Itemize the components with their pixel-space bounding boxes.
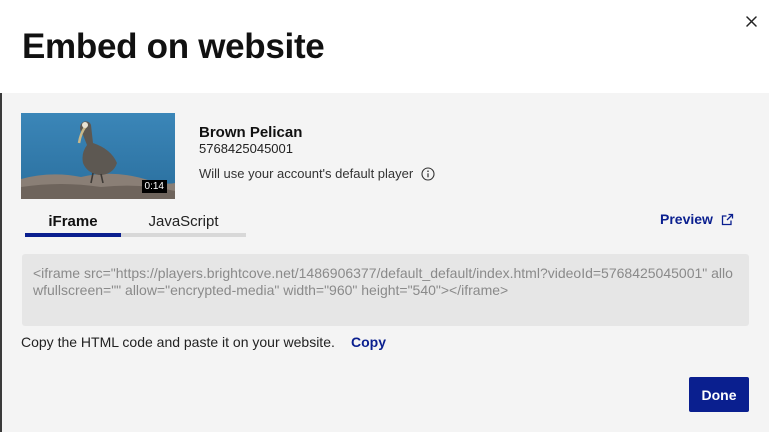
embed-type-tabs: iFrame JavaScript <box>25 206 246 238</box>
video-id: 5768425045001 <box>199 141 293 156</box>
preview-link[interactable]: Preview <box>660 211 734 227</box>
active-tab-indicator <box>25 233 121 237</box>
preview-label: Preview <box>660 211 713 227</box>
close-icon <box>745 15 757 27</box>
dialog-title: Embed on website <box>22 27 325 66</box>
external-link-icon <box>721 213 734 226</box>
tab-javascript-label: JavaScript <box>148 213 219 230</box>
copy-instructions: Copy the HTML code and paste it on your … <box>21 334 335 350</box>
player-note-text: Will use your account's default player <box>199 166 414 181</box>
video-duration: 0:14 <box>141 180 167 193</box>
dialog-header: Embed on website <box>0 0 769 93</box>
copy-button[interactable]: Copy <box>351 334 386 350</box>
player-note: Will use your account's default player <box>199 166 435 181</box>
close-button[interactable] <box>741 11 761 31</box>
tab-iframe-label: iFrame <box>48 213 98 230</box>
tab-iframe[interactable]: iFrame <box>25 206 121 237</box>
done-button[interactable]: Done <box>689 377 749 412</box>
video-thumbnail[interactable]: 0:14 <box>21 113 175 199</box>
info-icon[interactable] <box>421 166 435 181</box>
embed-code-box[interactable]: <iframe src="https://players.brightcove.… <box>22 254 749 326</box>
video-name: Brown Pelican <box>199 124 303 141</box>
tab-javascript[interactable]: JavaScript <box>121 206 246 237</box>
